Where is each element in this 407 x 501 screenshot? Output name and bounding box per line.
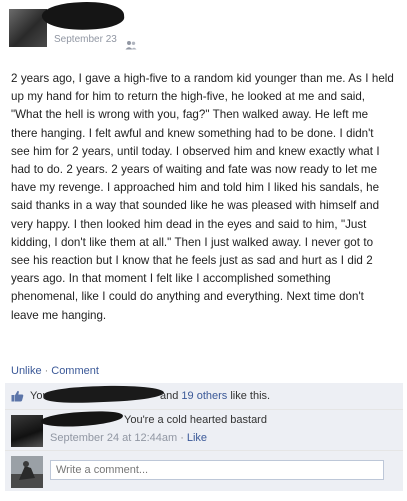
likes-others-text: and 19 others like this. [160, 390, 270, 402]
unlike-link[interactable]: Unlike [11, 365, 42, 377]
likes-summary: You and 19 others like this. [5, 383, 403, 410]
comment-like-link[interactable]: Like [187, 432, 207, 444]
post-timestamp[interactable]: September 23 [54, 34, 117, 45]
friends-icon[interactable] [125, 35, 137, 50]
liker-name-redaction [43, 383, 165, 405]
comment-separator: · [180, 432, 184, 444]
likes-others-link[interactable]: 19 others [181, 390, 227, 402]
commenter-name-redaction [40, 409, 124, 429]
comment-timestamp[interactable]: September 24 at 12:44am [50, 432, 177, 444]
current-user-avatar [11, 456, 43, 488]
post-message: 2 years ago, I gave a high-five to a ran… [11, 72, 394, 322]
comment-composer [5, 451, 403, 491]
author-name-redaction [41, 0, 125, 33]
comment-input[interactable] [50, 460, 384, 480]
post-actions: Unlike · Comment [11, 365, 99, 377]
comment-item: You're a cold hearted bastard September … [5, 409, 403, 451]
comment-text: You're a cold hearted bastard [124, 414, 267, 426]
commenter-avatar[interactable] [11, 415, 43, 447]
thumbs-up-icon [11, 390, 24, 402]
likes-and: and [160, 390, 179, 402]
comment-link[interactable]: Comment [51, 365, 99, 377]
feedback-panel: You and 19 others like this. You're a co… [5, 383, 403, 491]
comment-meta: September 24 at 12:44am · Like [50, 432, 207, 444]
likes-suffix: like this. [230, 390, 271, 402]
post-header: September 23 [0, 0, 407, 60]
action-separator: · [44, 365, 49, 377]
